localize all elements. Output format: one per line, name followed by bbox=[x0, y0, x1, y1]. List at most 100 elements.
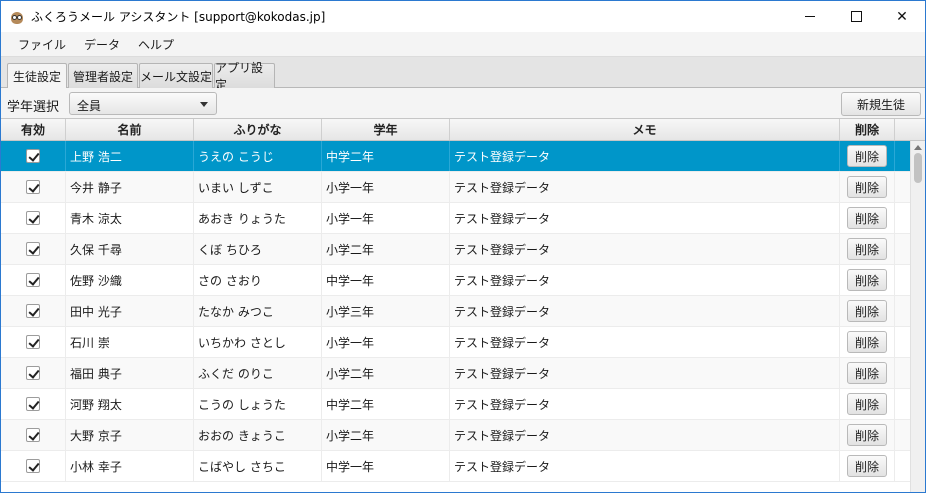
name-cell[interactable]: 上野 浩二 bbox=[66, 141, 194, 171]
table-row[interactable]: 小林 幸子 こばやし さちこ 中学一年 テスト登録データ 削除 bbox=[1, 451, 925, 482]
memo-cell[interactable]: テスト登録データ bbox=[450, 451, 840, 481]
furigana-cell[interactable]: たなか みつこ bbox=[194, 296, 322, 326]
tab-mail-settings[interactable]: メール文設定 bbox=[139, 63, 213, 88]
grade-cell[interactable]: 小学一年 bbox=[322, 172, 450, 202]
delete-button[interactable]: 削除 bbox=[847, 145, 887, 167]
delete-button[interactable]: 削除 bbox=[847, 269, 887, 291]
table-row[interactable]: 今井 静子 いまい しずこ 小学一年 テスト登録データ 削除 bbox=[1, 172, 925, 203]
enabled-checkbox[interactable] bbox=[26, 211, 40, 225]
enabled-checkbox[interactable] bbox=[26, 335, 40, 349]
header-enabled[interactable]: 有効 bbox=[1, 119, 66, 140]
name-cell[interactable]: 石川 崇 bbox=[66, 327, 194, 357]
enabled-checkbox[interactable] bbox=[26, 366, 40, 380]
enabled-checkbox[interactable] bbox=[26, 459, 40, 473]
table-row[interactable]: 久保 千尋 くぼ ちひろ 小学二年 テスト登録データ 削除 bbox=[1, 234, 925, 265]
table-row[interactable]: 田中 光子 たなか みつこ 小学三年 テスト登録データ 削除 bbox=[1, 296, 925, 327]
grade-cell[interactable]: 中学一年 bbox=[322, 265, 450, 295]
furigana-cell[interactable]: さの さおり bbox=[194, 265, 322, 295]
delete-button[interactable]: 削除 bbox=[847, 238, 887, 260]
table-row[interactable]: 上野 浩二 うえの こうじ 中学二年 テスト登録データ 削除 bbox=[1, 141, 925, 172]
delete-button[interactable]: 削除 bbox=[847, 176, 887, 198]
grade-cell[interactable]: 小学二年 bbox=[322, 358, 450, 388]
furigana-cell[interactable]: ふくだ のりこ bbox=[194, 358, 322, 388]
menu-help[interactable]: ヘルプ bbox=[129, 36, 183, 53]
table-row[interactable]: 河野 翔太 こうの しょうた 中学二年 テスト登録データ 削除 bbox=[1, 389, 925, 420]
furigana-cell[interactable]: くぼ ちひろ bbox=[194, 234, 322, 264]
name-cell[interactable]: 大野 京子 bbox=[66, 420, 194, 450]
menu-file[interactable]: ファイル bbox=[9, 36, 75, 53]
furigana-cell[interactable]: こうの しょうた bbox=[194, 389, 322, 419]
name-cell[interactable]: 福田 典子 bbox=[66, 358, 194, 388]
header-memo[interactable]: メモ bbox=[450, 119, 840, 140]
name-cell[interactable]: 青木 涼太 bbox=[66, 203, 194, 233]
memo-cell[interactable]: テスト登録データ bbox=[450, 141, 840, 171]
grade-select[interactable]: 全員 bbox=[69, 92, 217, 115]
delete-button[interactable]: 削除 bbox=[847, 207, 887, 229]
tab-admin-settings[interactable]: 管理者設定 bbox=[68, 63, 138, 88]
header-name[interactable]: 名前 bbox=[66, 119, 194, 140]
table-row[interactable]: 石川 崇いちかわ さとし 小学一年 テスト登録データ 削除 bbox=[1, 327, 925, 358]
enabled-checkbox[interactable] bbox=[26, 149, 40, 163]
furigana-cell[interactable]: いちかわ さとし bbox=[194, 327, 322, 357]
grade-cell[interactable]: 小学三年 bbox=[322, 296, 450, 326]
furigana-cell[interactable]: おおの きょうこ bbox=[194, 420, 322, 450]
tab-student-settings[interactable]: 生徒設定 bbox=[7, 63, 67, 89]
vertical-scrollbar[interactable] bbox=[910, 141, 925, 492]
memo-cell[interactable]: テスト登録データ bbox=[450, 234, 840, 264]
enabled-checkbox[interactable] bbox=[26, 242, 40, 256]
enabled-checkbox[interactable] bbox=[26, 397, 40, 411]
name-cell[interactable]: 久保 千尋 bbox=[66, 234, 194, 264]
furigana-cell[interactable]: あおき りょうた bbox=[194, 203, 322, 233]
grade-cell[interactable]: 小学一年 bbox=[322, 203, 450, 233]
enabled-checkbox[interactable] bbox=[26, 428, 40, 442]
delete-button[interactable]: 削除 bbox=[847, 300, 887, 322]
table-row[interactable]: 青木 涼太 あおき りょうた 小学一年 テスト登録データ 削除 bbox=[1, 203, 925, 234]
memo-cell[interactable]: テスト登録データ bbox=[450, 172, 840, 202]
name-cell[interactable]: 小林 幸子 bbox=[66, 451, 194, 481]
grade-cell[interactable]: 中学二年 bbox=[322, 141, 450, 171]
new-student-button[interactable]: 新規生徒 bbox=[841, 92, 921, 116]
furigana-cell[interactable]: いまい しずこ bbox=[194, 172, 322, 202]
table-row[interactable]: 福田 典子 ふくだ のりこ 小学二年 テスト登録データ 削除 bbox=[1, 358, 925, 389]
enabled-checkbox[interactable] bbox=[26, 304, 40, 318]
close-button[interactable]: ✕ bbox=[879, 1, 925, 32]
grade-cell[interactable]: 小学二年 bbox=[322, 420, 450, 450]
memo-cell[interactable]: テスト登録データ bbox=[450, 389, 840, 419]
furigana-cell[interactable]: うえの こうじ bbox=[194, 141, 322, 171]
name-cell[interactable]: 今井 静子 bbox=[66, 172, 194, 202]
enabled-cell bbox=[1, 265, 66, 295]
grade-cell[interactable]: 小学二年 bbox=[322, 234, 450, 264]
header-delete[interactable]: 削除 bbox=[840, 119, 895, 140]
enabled-checkbox[interactable] bbox=[26, 180, 40, 194]
menu-data[interactable]: データ bbox=[75, 36, 129, 53]
grade-cell[interactable]: 中学二年 bbox=[322, 389, 450, 419]
memo-cell[interactable]: テスト登録データ bbox=[450, 265, 840, 295]
delete-button[interactable]: 削除 bbox=[847, 455, 887, 477]
table-body: 上野 浩二 うえの こうじ 中学二年 テスト登録データ 削除 今井 静子 いまい しずこ 小学… bbox=[1, 141, 925, 482]
memo-cell[interactable]: テスト登録データ bbox=[450, 203, 840, 233]
grade-cell[interactable]: 中学一年 bbox=[322, 451, 450, 481]
tab-app-settings[interactable]: アプリ設定 bbox=[214, 61, 275, 92]
furigana-cell[interactable]: こばやし さちこ bbox=[194, 451, 322, 481]
grade-cell[interactable]: 小学一年 bbox=[322, 327, 450, 357]
name-cell[interactable]: 田中 光子 bbox=[66, 296, 194, 326]
delete-button[interactable]: 削除 bbox=[847, 362, 887, 384]
enabled-checkbox[interactable] bbox=[26, 273, 40, 287]
name-cell[interactable]: 佐野 沙織 bbox=[66, 265, 194, 295]
maximize-button[interactable] bbox=[833, 1, 879, 32]
table-row[interactable]: 大野 京子 おおの きょうこ 小学二年 テスト登録データ 削除 bbox=[1, 420, 925, 451]
scroll-thumb[interactable] bbox=[914, 153, 922, 183]
memo-cell[interactable]: テスト登録データ bbox=[450, 358, 840, 388]
header-grade[interactable]: 学年 bbox=[322, 119, 450, 140]
memo-cell[interactable]: テスト登録データ bbox=[450, 327, 840, 357]
delete-button[interactable]: 削除 bbox=[847, 393, 887, 415]
minimize-button[interactable] bbox=[787, 1, 833, 32]
memo-cell[interactable]: テスト登録データ bbox=[450, 420, 840, 450]
table-row[interactable]: 佐野 沙織 さの さおり 中学一年 テスト登録データ 削除 bbox=[1, 265, 925, 296]
delete-button[interactable]: 削除 bbox=[847, 331, 887, 353]
scroll-up-icon[interactable] bbox=[914, 145, 922, 150]
memo-cell[interactable]: テスト登録データ bbox=[450, 296, 840, 326]
name-cell[interactable]: 河野 翔太 bbox=[66, 389, 194, 419]
delete-button[interactable]: 削除 bbox=[847, 424, 887, 446]
header-furigana[interactable]: ふりがな bbox=[194, 119, 322, 140]
